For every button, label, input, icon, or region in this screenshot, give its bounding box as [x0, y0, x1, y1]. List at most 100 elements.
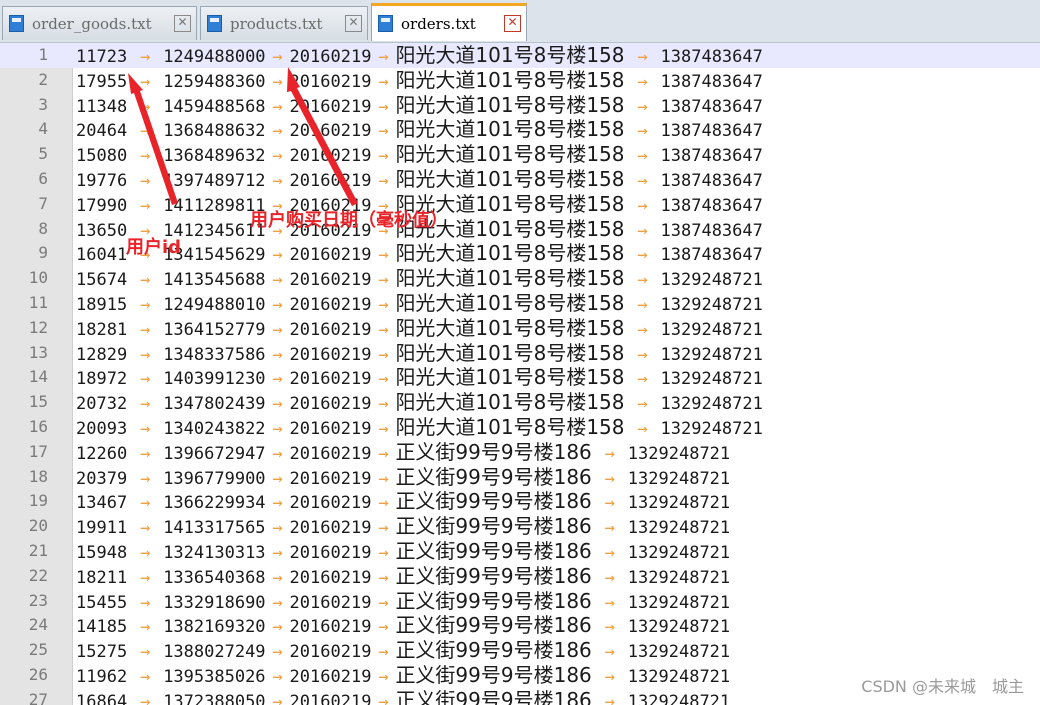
line-number: 4: [38, 119, 48, 139]
close-icon[interactable]: ✕: [345, 15, 362, 32]
tab-arrow-icon: →: [140, 443, 151, 464]
field-user-id: 15275: [76, 642, 128, 663]
tab-arrow-icon: →: [637, 121, 648, 142]
file-icon: [207, 15, 222, 32]
editor-line[interactable]: 15 20732 → 1347802439 → 20160219 → 阳光大道101号8号楼1…: [0, 390, 1040, 415]
field-address: 正义街99号9号楼186: [395, 489, 592, 514]
field-order-date: 20160219: [289, 443, 372, 464]
tab-arrow-icon: →: [140, 666, 151, 687]
tab-arrow-icon: →: [140, 542, 151, 563]
field-phone: 1329248721: [660, 418, 763, 439]
tab-arrow-icon: →: [378, 146, 389, 167]
field-order-date: 20160219: [289, 617, 372, 638]
line-number: 11: [28, 292, 48, 312]
tab-arrow-icon: →: [378, 691, 389, 705]
line-number: 10: [28, 268, 48, 288]
tab-arrow-icon: →: [140, 592, 151, 613]
tab-order-goods[interactable]: order_goods.txt ✕: [2, 6, 197, 40]
field-order-date: 20160219: [289, 592, 372, 613]
editor-line[interactable]: 19 13467 → 1366229934 → 20160219 → 正义街99号9号楼186…: [0, 489, 1040, 514]
editor-line[interactable]: 10 15674 → 1413545688 → 20160219 → 阳光大道101号8号楼1…: [0, 266, 1040, 291]
tab-arrow-icon: →: [140, 518, 151, 539]
editor-line[interactable]: 7 17990 → 1411289811 → 20160219 → 阳光大道101号8号楼15…: [0, 192, 1040, 217]
tab-arrow-icon: →: [140, 195, 151, 216]
editor-line[interactable]: 16 20093 → 1340243822 → 20160219 → 阳光大道101号8号楼1…: [0, 415, 1040, 440]
line-number: 3: [38, 94, 48, 114]
editor-line[interactable]: 24 14185 → 1382169320 → 20160219 → 正义街99号9号楼186…: [0, 613, 1040, 638]
line-number: 7: [38, 193, 48, 213]
tab-products[interactable]: products.txt ✕: [200, 6, 368, 40]
tab-arrow-icon: →: [637, 96, 648, 117]
field-user-id: 19911: [76, 518, 128, 539]
editor-line[interactable]: 11 18915 → 1249488010 → 20160219 → 阳光大道101号8号楼1…: [0, 291, 1040, 316]
text-editor[interactable]: 1 11723 → 1249488000 → 20160219 → 阳光大道101号8号楼15…: [0, 43, 1040, 705]
annotation-user-id: 用户id: [126, 237, 182, 258]
field-user-id: 17990: [76, 195, 128, 216]
tab-arrow-icon: →: [140, 96, 151, 117]
field-phone: 1329248721: [627, 443, 731, 464]
editor-line[interactable]: 18 20379 → 1396779900 → 20160219 → 正义街99号9号楼186…: [0, 465, 1040, 490]
editor-line[interactable]: 13 12829 → 1348337586 → 20160219 → 阳光大道101号8号楼1…: [0, 341, 1040, 366]
field-address: 阳光大道101号8号楼158: [395, 365, 625, 390]
line-content: 13467 → 1366229934 → 20160219 → 正义街99号9号楼186 → 1…: [76, 489, 730, 516]
field-user-id: 13650: [76, 220, 128, 241]
editor-line[interactable]: 12 18281 → 1364152779 → 20160219 → 阳光大道101号8号楼1…: [0, 316, 1040, 341]
tab-arrow-icon: →: [637, 369, 648, 390]
editor-line[interactable]: 4 20464 → 1368488632 → 20160219 → 阳光大道101号8号楼15…: [0, 117, 1040, 142]
field-phone: 1329248721: [627, 493, 731, 514]
tab-arrow-icon: →: [604, 666, 615, 687]
field-user-id: 20464: [76, 121, 128, 142]
line-content: 18972 → 1403991230 → 20160219 → 阳光大道101号8号楼158…: [76, 365, 763, 392]
tab-arrow-icon: →: [272, 146, 283, 167]
field-address: 阳光大道101号8号楼158: [395, 266, 625, 291]
field-purchase-time: 1397489712: [163, 170, 266, 191]
tab-arrow-icon: →: [140, 394, 151, 415]
tab-arrow-icon: →: [637, 245, 648, 266]
field-purchase-time: 1382169320: [163, 617, 266, 638]
tab-orders[interactable]: orders.txt ✕: [371, 3, 527, 41]
line-content: 16864 → 1372388050 → 20160219 → 正义街99号9号楼186 → 1…: [76, 688, 730, 705]
field-user-id: 11723: [76, 47, 128, 67]
tab-arrow-icon: →: [637, 220, 648, 241]
close-icon[interactable]: ✕: [174, 15, 191, 32]
tab-arrow-icon: →: [637, 394, 648, 415]
tab-arrow-icon: →: [140, 691, 151, 705]
field-user-id: 19776: [76, 170, 128, 191]
field-user-id: 18281: [76, 319, 128, 340]
field-address: 正义街99号9号楼186: [395, 538, 592, 563]
editor-line[interactable]: 3 11348 → 1459488568 → 20160219 → 阳光大道101号8号楼15…: [0, 93, 1040, 118]
line-content: 15080 → 1368489632 → 20160219 → 阳光大道101号8号楼158…: [76, 142, 763, 169]
field-purchase-time: 1348337586: [163, 344, 266, 365]
field-phone: 1387483647: [660, 47, 763, 67]
field-address: 阳光大道101号8号楼158: [395, 43, 625, 67]
editor-line[interactable]: 25 15275 → 1388027249 → 20160219 → 正义街99号9号楼186…: [0, 638, 1040, 663]
editor-line[interactable]: 22 18211 → 1336540368 → 20160219 → 正义街99号9号楼186…: [0, 564, 1040, 589]
editor-line[interactable]: 1 11723 → 1249488000 → 20160219 → 阳光大道101号8号楼15…: [0, 43, 1040, 68]
tab-arrow-icon: →: [272, 443, 283, 464]
tab-arrow-icon: →: [604, 617, 615, 638]
tab-label: products.txt: [230, 14, 323, 33]
line-content: 12260 → 1396672947 → 20160219 → 正义街99号9号楼186 → 1…: [76, 440, 730, 467]
editor-line[interactable]: 20 19911 → 1413317565 → 20160219 → 正义街99号9号楼186…: [0, 514, 1040, 539]
tab-arrow-icon: →: [140, 344, 151, 365]
field-phone: 1329248721: [627, 642, 731, 663]
tab-arrow-icon: →: [272, 468, 283, 489]
field-order-date: 20160219: [289, 369, 372, 390]
field-purchase-time: 1249488000: [163, 47, 266, 67]
editor-line[interactable]: 14 18972 → 1403991230 → 20160219 → 阳光大道101号8号楼1…: [0, 365, 1040, 390]
line-number: 25: [28, 640, 48, 660]
editor-line[interactable]: 6 19776 → 1397489712 → 20160219 → 阳光大道101号8号楼15…: [0, 167, 1040, 192]
tab-arrow-icon: →: [378, 617, 389, 638]
tab-arrow-icon: →: [637, 146, 648, 167]
field-user-id: 15455: [76, 592, 128, 613]
editor-line[interactable]: 5 15080 → 1368489632 → 20160219 → 阳光大道101号8号楼15…: [0, 142, 1040, 167]
close-icon[interactable]: ✕: [504, 15, 521, 32]
line-number: 12: [28, 317, 48, 337]
editor-line[interactable]: 21 15948 → 1324130313 → 20160219 → 正义街99号9号楼186…: [0, 539, 1040, 564]
line-content: 17955 → 1259488360 → 20160219 → 阳光大道101号8号楼158…: [76, 68, 763, 95]
editor-line[interactable]: 23 15455 → 1332918690 → 20160219 → 正义街99号9号楼186…: [0, 589, 1040, 614]
editor-line[interactable]: 17 12260 → 1396672947 → 20160219 → 正义街99号9号楼186…: [0, 440, 1040, 465]
tab-arrow-icon: →: [272, 319, 283, 340]
editor-line[interactable]: 2 17955 → 1259488360 → 20160219 → 阳光大道101号8号楼15…: [0, 68, 1040, 93]
field-purchase-time: 1395385026: [163, 666, 266, 687]
